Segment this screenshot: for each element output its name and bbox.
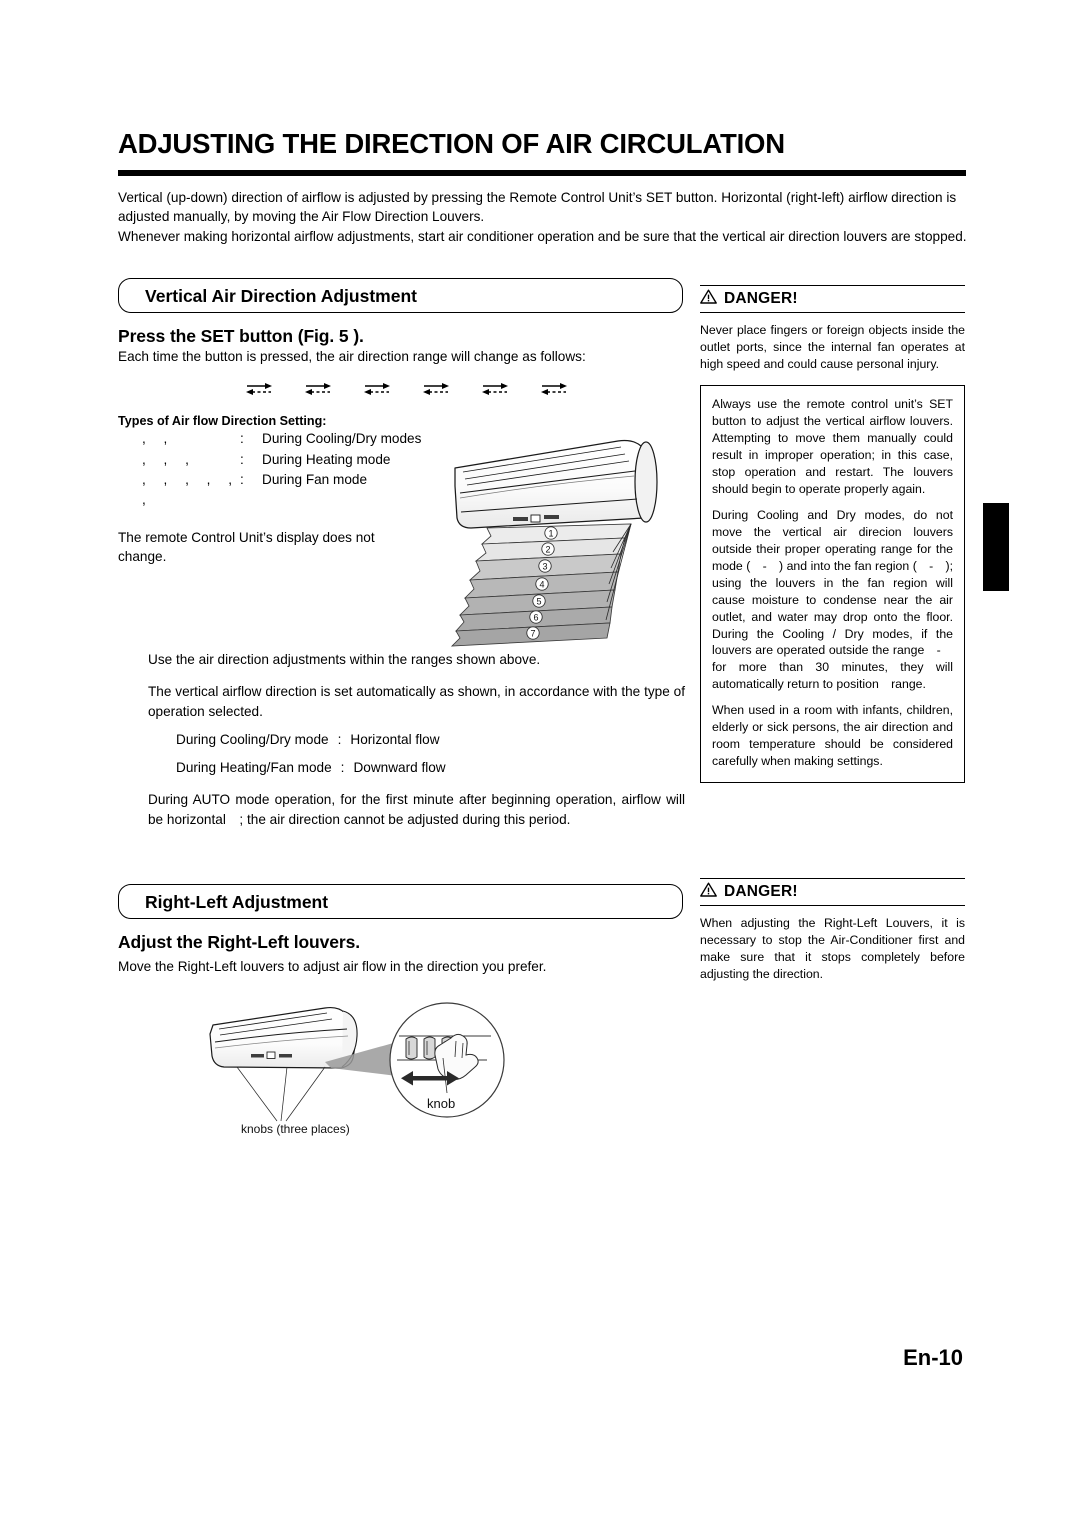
mode-flow-value: Horizontal flow: [350, 731, 440, 747]
danger-note-paragraph: During Cooling and Dry modes, do not mov…: [712, 507, 953, 692]
warning-triangle-icon: [700, 289, 717, 309]
edge-thumb-index-tab: [983, 503, 1009, 591]
right-left-louver-knob-diagram: knobs (three places) knob: [175, 998, 525, 1150]
svg-text:6: 6: [533, 612, 538, 622]
mode-flow-colon: :: [340, 760, 345, 776]
intro-line-1: Vertical (up-down) direction of airflow …: [118, 190, 957, 225]
danger-note-paragraph: Always use the remote control unit’s SET…: [712, 396, 953, 496]
vertical-notes-block: Use the air direction adjustments within…: [148, 650, 685, 829]
rightleft-lead-text: Move the Right-Left louvers to adjust ai…: [118, 959, 547, 974]
mode-flow-colon: :: [337, 731, 342, 747]
subheading-adjust-rightleft: Adjust the Right-Left louvers.: [118, 932, 361, 952]
airflow-direction-arrow-icon-1: [246, 380, 272, 398]
knobs-caption-text: knobs (three places): [241, 1122, 350, 1136]
para-auto-mode: During AUTO mode operation, for the firs…: [148, 792, 685, 827]
mode-flow-value: Downward flow: [353, 760, 446, 776]
airflow-direction-arrow-icon-4: [423, 380, 449, 398]
rightleft-adjustment-column: Right-Left Adjustment Adjust the Right-L…: [118, 884, 683, 976]
svg-text:5: 5: [536, 596, 541, 606]
danger-box-vertical: DANGER! Never place fingers or foreign o…: [700, 285, 965, 784]
danger-header: DANGER!: [700, 878, 965, 906]
types-row-colon: :: [240, 451, 244, 467]
danger-body-text: When adjusting the Right-Left Louvers, i…: [700, 916, 965, 981]
airflow-direction-arrow-icon-3: [364, 380, 390, 398]
mode-flow-mode: During Heating/Fan mode: [176, 760, 332, 776]
intro-line-2: Whenever making horizontal airflow adjus…: [118, 228, 967, 244]
types-row-colon: :: [240, 431, 244, 447]
svg-text:2: 2: [545, 544, 550, 554]
airflow-direction-arrow-icon-2: [305, 380, 331, 398]
mode-flow-row: During Cooling/Dry mode: Horizontal flow: [148, 730, 685, 749]
types-row-mode: During Heating mode: [262, 451, 391, 467]
para-use-ranges: Use the air direction adjustments within…: [148, 652, 541, 667]
svg-text:4: 4: [539, 579, 544, 589]
types-row-marks: , ,: [142, 431, 175, 447]
danger-note-box: Always use the remote control unit’s SET…: [700, 384, 965, 784]
danger-header: DANGER!: [700, 285, 965, 313]
types-row-marks: , , ,: [142, 451, 196, 467]
airflow-direction-arrow-icon-6: [541, 380, 567, 398]
warning-triangle-icon: [700, 882, 717, 902]
document-page: ADJUSTING THE DIRECTION OF AIR CIRCULATI…: [0, 0, 1080, 1528]
knob-caption-text: knob: [427, 1096, 455, 1111]
svg-text:1: 1: [548, 528, 553, 538]
danger-label: DANGER!: [724, 883, 798, 900]
airflow-arrow-sequence: [246, 380, 683, 398]
svg-text:3: 3: [542, 561, 547, 571]
section-header-rightleft: Right-Left Adjustment: [118, 884, 683, 919]
section-header-vertical: Vertical Air Direction Adjustment: [118, 278, 683, 313]
subheading-press-set-button: Press the SET button (Fig. 5 ).: [118, 326, 364, 346]
title-underline-rule: [118, 170, 966, 176]
danger-body-text: Never place fingers or foreign objects i…: [700, 323, 965, 371]
airflow-direction-arrow-icon-5: [482, 380, 508, 398]
remote-display-note: The remote Control Unit’s display does n…: [118, 529, 375, 565]
svg-text:7: 7: [530, 628, 535, 638]
types-row-marks: , , , , , ,: [142, 472, 239, 508]
types-row-colon: :: [240, 472, 244, 488]
types-row-mode: During Cooling/Dry modes: [262, 431, 422, 447]
vertical-airflow-range-diagram: 1 2 3 4 5 6 7: [435, 432, 685, 647]
press-set-lead-text: Each time the button is pressed, the air…: [118, 349, 586, 364]
page-number: En-10: [903, 1345, 963, 1370]
types-row-mode: During Fan mode: [262, 472, 368, 488]
mode-flow-row: During Heating/Fan mode: Downward flow: [148, 758, 685, 777]
page-title: ADJUSTING THE DIRECTION OF AIR CIRCULATI…: [118, 128, 785, 159]
intro-text: Vertical (up-down) direction of airflow …: [118, 188, 968, 246]
mode-flow-mode: During Cooling/Dry mode: [176, 731, 329, 747]
danger-box-rightleft: DANGER! When adjusting the Right-Left Lo…: [700, 878, 965, 983]
para-auto-set: The vertical airflow direction is set au…: [148, 684, 685, 719]
danger-note-paragraph: When used in a room with infants, childr…: [712, 703, 953, 769]
danger-label: DANGER!: [724, 290, 798, 307]
types-of-airflow-heading: Types of Air flow Direction Setting:: [118, 414, 327, 429]
